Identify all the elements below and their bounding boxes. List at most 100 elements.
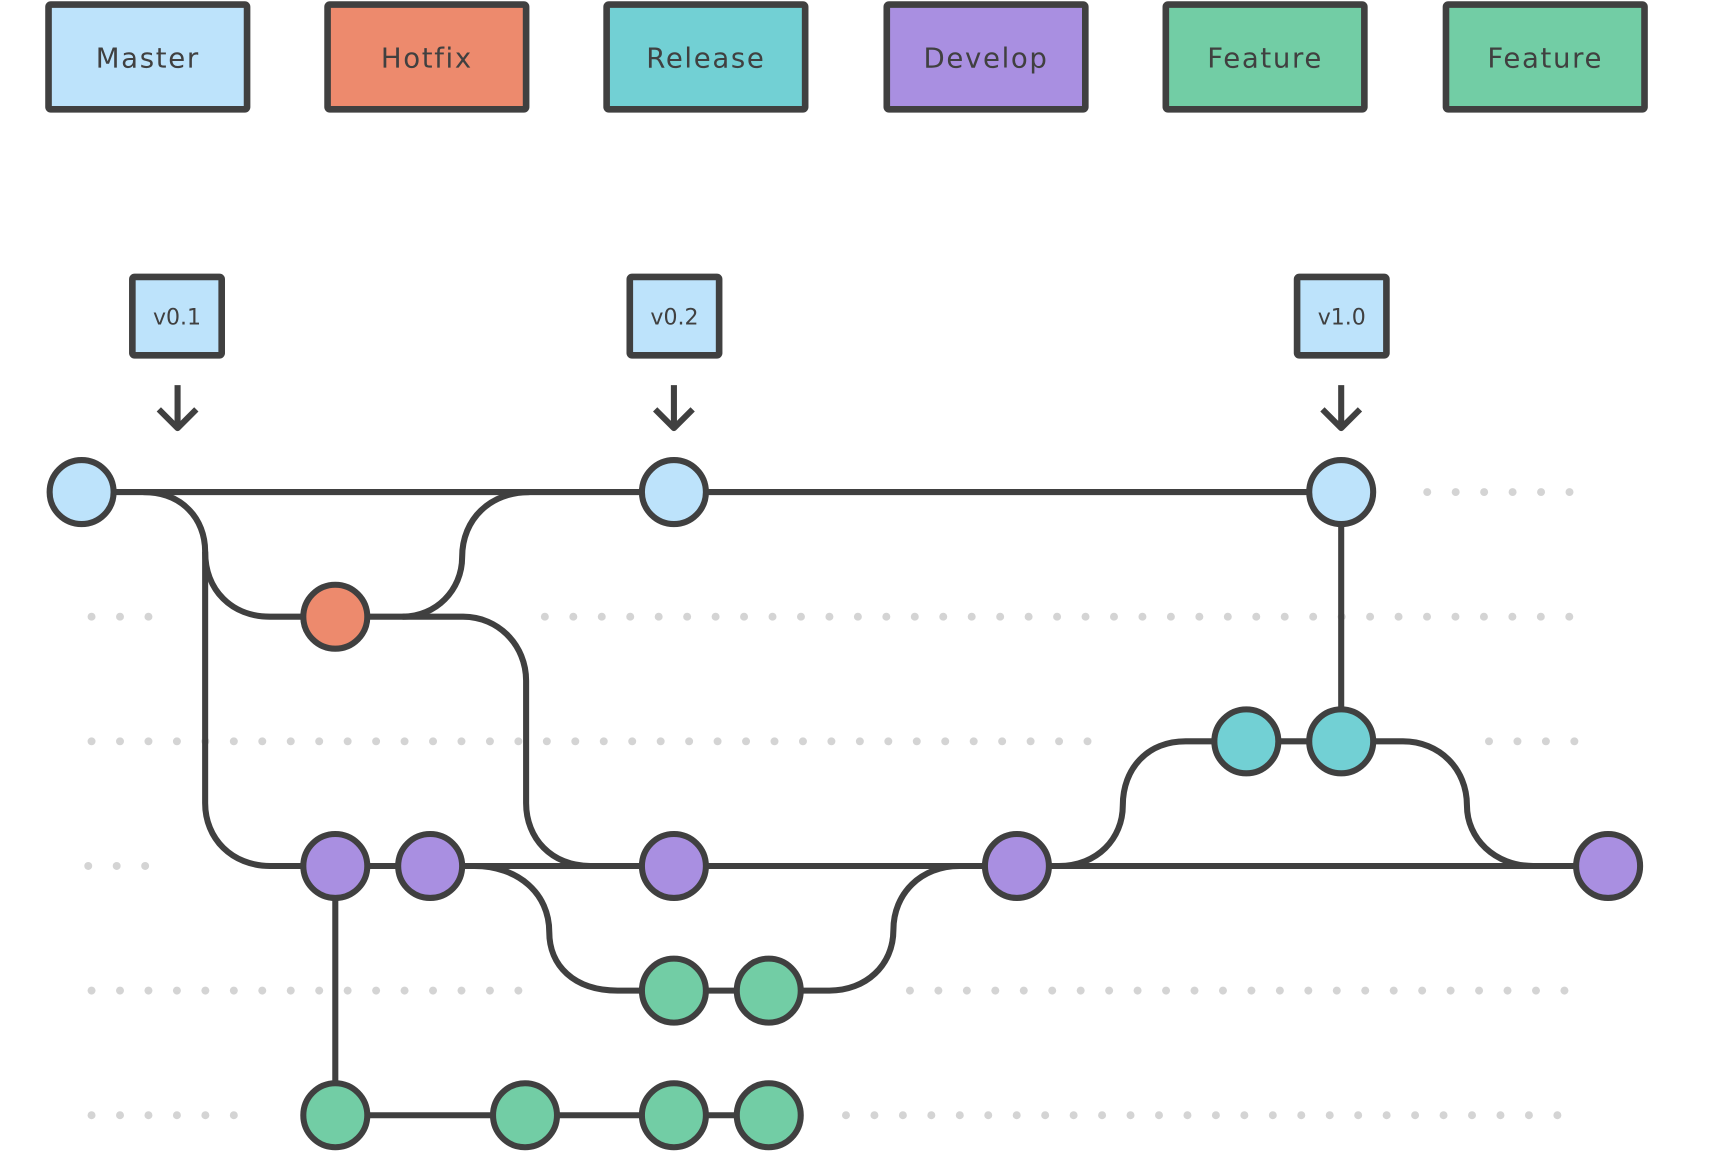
placeholder-dot — [1389, 986, 1398, 995]
commit-feature-a-1[interactable] — [638, 955, 709, 1026]
legend-label-release: Release — [646, 41, 765, 74]
placeholder-dot — [1366, 612, 1375, 621]
placeholder-dot — [485, 986, 494, 995]
placeholder-dot — [1076, 986, 1085, 995]
placeholder-dot — [1083, 737, 1092, 746]
placeholder-dot — [141, 862, 150, 870]
commit-develop-1[interactable] — [300, 830, 371, 901]
placeholder-dot — [969, 737, 978, 746]
commit-release-2[interactable] — [1306, 706, 1377, 777]
placeholder-dot — [1211, 1111, 1220, 1120]
placeholder-dot — [628, 737, 637, 746]
placeholder-dot — [1223, 612, 1232, 621]
placeholder-dot — [1218, 986, 1227, 995]
placeholder-dot — [683, 612, 692, 621]
placeholder-dot — [201, 986, 210, 995]
placeholder-dot — [1105, 986, 1114, 995]
commit-develop-4[interactable] — [981, 830, 1052, 901]
placeholder-dot — [1537, 488, 1546, 497]
tags: v0.1 v0.2 v1.0 — [129, 273, 1390, 432]
placeholder-dot — [841, 1111, 850, 1120]
commit-feature-b-1[interactable] — [300, 1080, 371, 1151]
commit-master-1[interactable] — [46, 457, 117, 528]
legend-item-feature-b: Feature — [1442, 1, 1648, 113]
placeholder-dot — [1252, 612, 1261, 621]
placeholder-dot — [656, 737, 665, 746]
placeholder-dot — [941, 737, 950, 746]
placeholder-dot — [1048, 986, 1057, 995]
commit-release-1[interactable] — [1211, 706, 1282, 777]
placeholder-dot — [1026, 737, 1035, 746]
placeholder-dot — [1354, 1111, 1363, 1120]
placeholder-dot — [713, 737, 722, 746]
feature-a-branch-line — [474, 862, 769, 994]
placeholder-dot — [569, 612, 578, 621]
placeholder-dot — [1275, 986, 1284, 995]
placeholder-dot — [1055, 737, 1064, 746]
placeholder-dot — [870, 1111, 879, 1120]
placeholder-dot — [1162, 986, 1171, 995]
placeholder-dot — [116, 737, 124, 746]
legend-item-feature-a: Feature — [1162, 1, 1368, 113]
placeholder-dot — [740, 612, 749, 621]
legend: Master Hotfix Release Develop Feature Fe… — [45, 1, 1648, 113]
commit-develop-5[interactable] — [1573, 830, 1644, 901]
placeholder-dot — [1024, 612, 1033, 621]
placeholder-dot — [962, 986, 971, 995]
placeholder-dot — [1508, 612, 1517, 621]
commit-hotfix-1[interactable] — [300, 581, 371, 652]
placeholder-dot — [1570, 737, 1579, 746]
placeholder-dot — [1553, 1111, 1562, 1120]
commit-develop-2[interactable] — [395, 830, 466, 901]
legend-label-develop: Develop — [924, 41, 1049, 74]
commit-feature-b-3[interactable] — [638, 1080, 709, 1151]
placeholder-dot — [1468, 1111, 1476, 1120]
placeholder-dot — [1012, 1111, 1021, 1120]
placeholder-dot — [626, 612, 635, 621]
placeholder-dot — [1503, 986, 1512, 995]
placeholder-dot — [1536, 612, 1545, 621]
placeholder-dot — [955, 1111, 964, 1120]
placeholder-dot — [1069, 1111, 1078, 1120]
placeholder-dot — [1565, 612, 1574, 621]
placeholder-dot — [286, 737, 295, 746]
placeholder-dot — [429, 737, 437, 746]
placeholder-dot — [905, 986, 914, 995]
placeholder-dot — [1513, 737, 1522, 746]
legend-label-feature-a: Feature — [1207, 41, 1323, 74]
commit-master-2[interactable] — [638, 457, 709, 528]
commit-develop-3[interactable] — [638, 830, 709, 901]
placeholder-dot — [853, 612, 862, 621]
placeholder-dot — [87, 612, 96, 621]
placeholder-dot — [1411, 1111, 1420, 1120]
placeholder-dot — [1475, 986, 1484, 995]
placeholder-dot — [315, 986, 324, 995]
tag-label: v1.0 — [1318, 305, 1366, 330]
placeholder-dot — [144, 1111, 153, 1120]
placeholder-dot — [514, 986, 523, 995]
tag-v1-0: v1.0 — [1293, 273, 1390, 432]
placeholder-dot — [87, 986, 96, 995]
placeholder-dot — [1297, 1111, 1306, 1120]
placeholder-dot — [1361, 986, 1370, 995]
branch-lines — [81, 489, 1609, 1119]
placeholder-dot — [144, 612, 153, 621]
placeholder-dot — [286, 986, 295, 995]
placeholder-dot — [457, 737, 466, 746]
commit-feature-a-2[interactable] — [733, 955, 804, 1026]
placeholder-dot — [87, 737, 96, 746]
commit-feature-b-4[interactable] — [733, 1080, 804, 1151]
placeholder-dot — [400, 737, 409, 746]
placeholder-dot — [927, 1111, 936, 1120]
placeholder-dot — [1496, 1111, 1505, 1120]
placeholder-dot — [1332, 986, 1341, 995]
placeholder-dot — [798, 737, 807, 746]
commit-master-3[interactable] — [1306, 457, 1377, 528]
placeholder-dot — [967, 612, 976, 621]
placeholder-dot — [343, 737, 352, 746]
placeholder-dot — [882, 612, 891, 621]
placeholder-dot — [934, 986, 943, 995]
placeholder-dot — [654, 612, 663, 621]
commit-feature-b-2[interactable] — [489, 1080, 561, 1151]
release-branch-line — [1058, 738, 1342, 870]
